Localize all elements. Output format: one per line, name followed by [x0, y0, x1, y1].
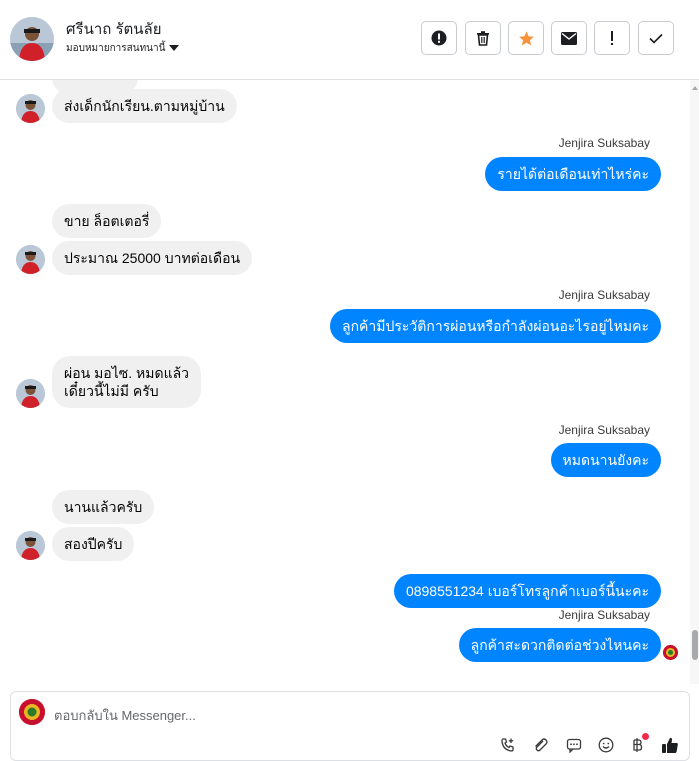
emoji-icon [598, 737, 614, 753]
incoming-message: ขาย ล็อตเตอรี่ [52, 204, 162, 238]
trash-icon [477, 31, 489, 46]
saved-replies-button[interactable] [565, 736, 583, 754]
emoji-button[interactable] [597, 736, 615, 754]
contact-avatar-small [16, 379, 45, 408]
delete-button[interactable] [465, 21, 501, 55]
phone-add-button[interactable] [499, 736, 517, 754]
sender-name: Jenjira Suksabay [558, 136, 650, 150]
like-button[interactable] [661, 736, 679, 754]
seen-indicator-avatar [663, 645, 678, 660]
star-button[interactable] [508, 21, 544, 55]
sender-name: Jenjira Suksabay [558, 288, 650, 302]
scrollbar-thumb[interactable] [692, 630, 698, 660]
baht-icon [633, 738, 643, 752]
assign-label: มอบหมายการสนทนานี้ [66, 43, 166, 54]
incoming-message: ประมาณ 25000 บาทต่อเดือน [52, 241, 253, 275]
sender-name: Jenjira Suksabay [558, 608, 650, 622]
incoming-message: ส่งเด็กนักเรียน.ตามหมู่บ้าน [52, 89, 237, 123]
contact-avatar-small [16, 531, 45, 560]
message-line: เดี๋ยวนี้ไม่มี ครับ [64, 383, 159, 399]
incoming-message: นานแล้วครับ [52, 490, 155, 524]
assign-conversation-dropdown[interactable]: มอบหมายการสนทนานี้ [66, 41, 180, 56]
contact-avatar-small [16, 94, 45, 123]
exclamation-icon [611, 31, 613, 45]
mark-done-button[interactable] [638, 21, 674, 55]
sender-name: Jenjira Suksabay [558, 423, 650, 437]
outgoing-message: 0898551234 เบอร์โทรลูกค้าเบอร์นี้นะคะ [393, 574, 661, 608]
incoming-message-multiline: ผ่อน มอไซ. หมดแล้ว เดี๋ยวนี้ไม่มี ครับ [52, 356, 202, 408]
payment-button[interactable] [628, 733, 649, 754]
conversation-header: ศรีนาถ รัตนลัย มอบหมายการสนทนานี้ [0, 0, 699, 80]
contact-avatar [10, 17, 54, 61]
outgoing-message: ลูกค้าสะดวกติดต่อช่วงไหนคะ [458, 628, 661, 662]
page-avatar [19, 699, 45, 725]
scroll-up-icon[interactable] [692, 86, 698, 90]
incoming-message: สองปีครับ [52, 527, 135, 561]
attach-button[interactable] [531, 736, 549, 754]
reply-input[interactable] [54, 706, 554, 724]
alert-circle-icon [431, 30, 447, 46]
mail-button[interactable] [551, 21, 587, 55]
star-icon [518, 30, 534, 45]
message-template-icon [566, 738, 582, 753]
envelope-icon [561, 31, 577, 45]
message-line: ผ่อน มอไซ. หมดแล้ว [64, 365, 190, 381]
contact-name: ศรีนาถ รัตนลัย [66, 21, 162, 38]
message-thread[interactable]: ส่งเด็กนักเรียน.ตามหมู่บ้าน Jenjira Suks… [0, 80, 690, 684]
contact-avatar-small [16, 245, 45, 274]
thumbs-up-icon [662, 737, 678, 753]
outgoing-message: หมดนานยังคะ [550, 443, 661, 477]
mark-spam-button[interactable] [594, 21, 630, 55]
check-icon [649, 33, 663, 44]
caret-down-icon [169, 45, 180, 52]
alert-button[interactable] [421, 21, 457, 55]
paperclip-icon [535, 738, 548, 752]
scrollbar-track[interactable] [690, 80, 699, 684]
phone-add-icon [501, 738, 514, 752]
outgoing-message: รายได้ต่อเดือนเท่าไหร่คะ [485, 157, 661, 191]
outgoing-message: ลูกค้ามีประวัติการผ่อนหรือกำลังผ่อนอะไรอ… [329, 309, 661, 343]
message-composer [10, 691, 690, 761]
notification-dot [642, 733, 649, 740]
